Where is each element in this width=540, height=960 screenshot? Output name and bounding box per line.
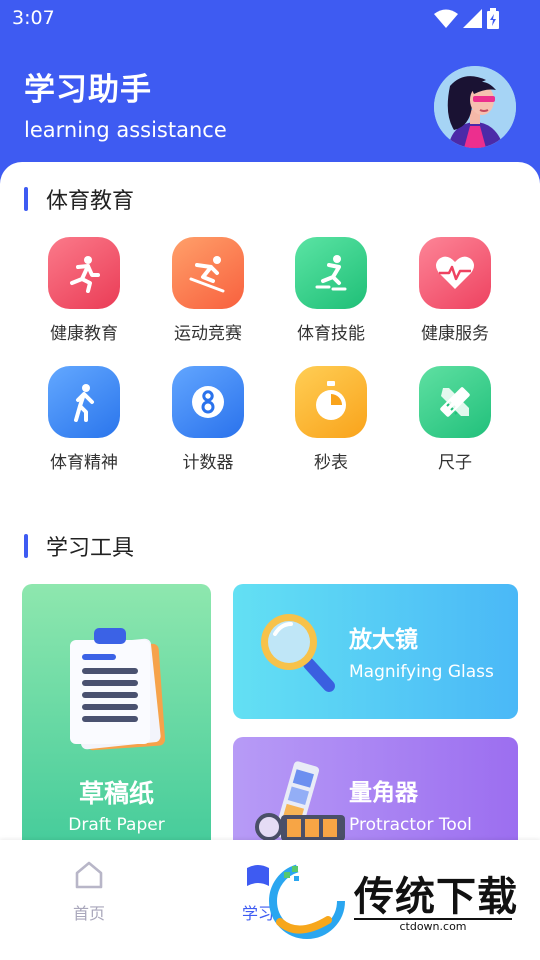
grid-item-counter[interactable]: 计数器 [153,366,263,473]
tool-card-draft-paper[interactable]: 草稿纸 Draft Paper [22,584,211,854]
watermark-domain: ctdown.com [354,920,512,933]
nav-item-home[interactable]: 首页 [49,860,129,924]
tool-card-subtitle: Protractor Tool [349,815,472,835]
grid-item-sports-skills[interactable]: 体育技能 [276,237,386,344]
grid-label: 计数器 [182,453,234,473]
skiing-icon [172,237,244,309]
battery-icon [487,8,499,29]
section-accent-bar [24,187,28,211]
signal-icon [463,9,482,28]
walking-icon [48,366,120,438]
stopwatch-icon [295,366,367,438]
ruler-pencil-icon [419,366,491,438]
grid-label: 体育技能 [297,324,365,344]
grid-item-competition[interactable]: 运动竞赛 [153,237,263,344]
heart-pulse-icon [419,237,491,309]
status-icons [434,8,500,30]
tool-card-title: 放大镜 [349,627,418,653]
tool-card-subtitle: Magnifying Glass [349,662,494,682]
grid-label: 运动竞赛 [174,324,242,344]
grid-item-health-service[interactable]: 健康服务 [400,237,510,344]
section-sports: 体育教育 [24,183,134,215]
nav-home-label: 首页 [72,904,105,923]
skating-icon [295,237,367,309]
grid-label: 体育精神 [50,453,118,473]
app-title: 学习助手 [24,72,152,108]
grid-item-sportsmanship[interactable]: 体育精神 [29,366,139,473]
wifi-icon [434,9,458,28]
section-tools: 学习工具 [24,530,134,562]
section-accent-bar [24,534,28,558]
grid-item-ruler[interactable]: 尺子 [400,366,510,473]
avatar-illustration-icon [434,66,516,148]
running-icon [48,237,120,309]
status-time: 3:07 [12,7,55,29]
watermark-logo-icon [269,863,345,939]
grid-label: 秒表 [314,453,348,473]
section-tools-title: 学习工具 [46,536,135,561]
tool-card-subtitle: Draft Paper [68,815,165,835]
counter-8-icon [172,366,244,438]
tool-card-title: 量角器 [349,780,418,806]
grid-label: 健康服务 [421,324,489,344]
grid-item-health-education[interactable]: 健康教育 [29,237,139,344]
grid-item-stopwatch[interactable]: 秒表 [276,366,386,473]
avatar[interactable] [434,66,516,148]
tool-card-title: 草稿纸 [78,779,154,808]
watermark-brand: 传统下载 [354,874,518,920]
section-sports-title: 体育教育 [46,189,135,214]
clipboard-icon [70,628,166,751]
app-subtitle: learning assistance [24,118,227,142]
watermark: 传统下载 ctdown.com [268,862,518,940]
home-icon [75,861,103,889]
magnifier-icon [261,614,335,692]
color-swatch-icon [255,761,345,842]
grid-label: 健康教育 [50,324,118,344]
tool-card-magnifying-glass[interactable]: 放大镜 Magnifying Glass [233,584,518,719]
grid-label: 尺子 [438,453,472,473]
status-bar: 3:07 [0,0,540,36]
